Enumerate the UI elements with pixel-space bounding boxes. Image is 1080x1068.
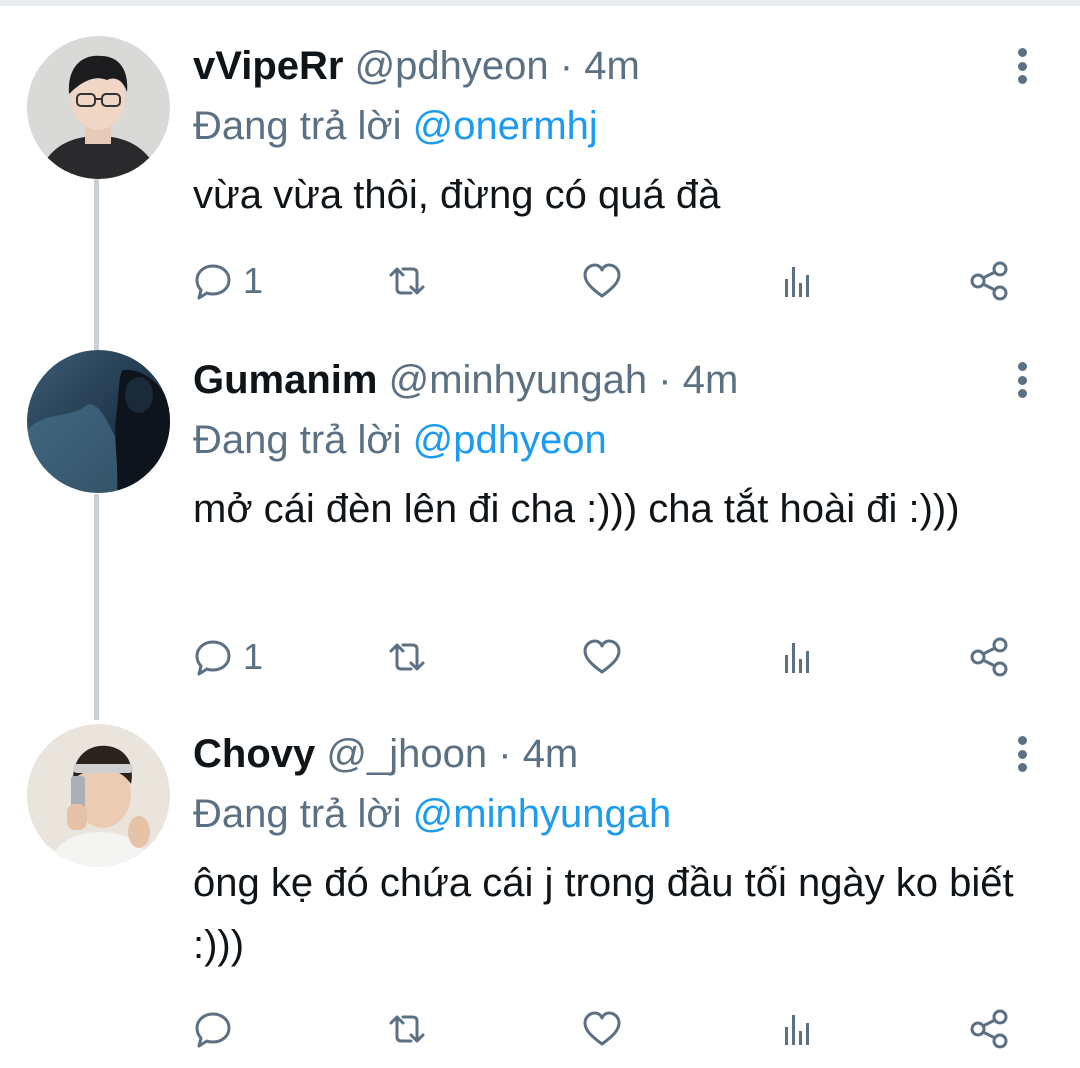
more-options-icon[interactable] xyxy=(1008,42,1036,90)
share-icon xyxy=(970,637,1008,677)
replying-to: Đang trả lời @minhyungah xyxy=(193,786,671,842)
mention-link[interactable]: @onermhj xyxy=(413,104,598,148)
analytics-icon xyxy=(785,643,809,673)
avatar[interactable] xyxy=(27,36,170,179)
reply-button[interactable]: 1 xyxy=(193,256,263,306)
share-icon xyxy=(970,261,1008,301)
tweet-text: mở cái đèn lên đi cha :))) cha tắt hoài … xyxy=(193,487,960,531)
dark-blue-scene-avatar-icon xyxy=(27,350,170,493)
like-button[interactable] xyxy=(581,1004,623,1054)
retweet-icon xyxy=(389,1015,425,1043)
timestamp[interactable]: 4m xyxy=(683,358,739,402)
retweet-icon xyxy=(389,643,425,671)
share-button[interactable] xyxy=(969,256,1011,306)
more-options-icon[interactable] xyxy=(1008,356,1036,404)
retweet-icon xyxy=(389,267,425,295)
timestamp[interactable]: 4m xyxy=(584,44,640,88)
tweet[interactable]: vVipeRr @pdhyeon · 4m Đang trả lời @oner… xyxy=(0,36,1080,316)
retweet-button[interactable] xyxy=(385,1004,429,1054)
user-handle[interactable]: @minhyungah xyxy=(389,358,648,402)
avatar[interactable] xyxy=(27,350,170,493)
reply-count: 1 xyxy=(243,636,264,677)
user-handle[interactable]: @_jhoon xyxy=(326,732,487,776)
tweet-text: ông kẹ đó chứa cái j trong đầu tối ngày … xyxy=(193,861,1014,967)
reply-count: 1 xyxy=(243,260,264,301)
tweet-header: Gumanim @minhyungah · 4m xyxy=(193,350,738,410)
tweet[interactable]: Chovy @_jhoon · 4m Đang trả lời @minhyun… xyxy=(0,724,1080,1054)
timestamp[interactable]: 4m xyxy=(523,732,579,776)
share-icon xyxy=(970,1009,1008,1049)
selfie-headband-avatar-icon xyxy=(27,724,170,867)
replying-to: Đang trả lời @onermhj xyxy=(193,98,598,154)
tweet-actions: 1 xyxy=(193,256,1023,306)
like-button[interactable] xyxy=(581,256,623,306)
replying-label: Đang trả lời xyxy=(193,792,402,836)
display-name[interactable]: Gumanim xyxy=(193,358,377,402)
separator-dot: · xyxy=(658,358,672,402)
person-glasses-avatar-icon xyxy=(27,36,170,179)
like-icon xyxy=(583,639,621,674)
analytics-button[interactable] xyxy=(777,1004,817,1054)
display-name[interactable]: Chovy xyxy=(193,732,315,776)
analytics-icon xyxy=(785,1015,809,1045)
reply-button[interactable]: 1 xyxy=(193,632,263,682)
tweet-header: Chovy @_jhoon · 4m xyxy=(193,724,578,784)
analytics-icon xyxy=(785,267,809,297)
separator-dot: · xyxy=(498,732,512,776)
replying-label: Đang trả lời xyxy=(193,104,402,148)
reply-icon xyxy=(195,1012,231,1048)
replying-to: Đang trả lời @pdhyeon xyxy=(193,412,607,468)
tweet[interactable]: Gumanim @minhyungah · 4m Đang trả lời @p… xyxy=(0,350,1080,690)
mention-link[interactable]: @minhyungah xyxy=(413,792,672,836)
analytics-button[interactable] xyxy=(777,256,817,306)
replying-label: Đang trả lời xyxy=(193,418,402,462)
tweet-actions: 1 xyxy=(193,632,1023,682)
share-button[interactable] xyxy=(969,1004,1011,1054)
analytics-button[interactable] xyxy=(777,632,817,682)
reply-icon xyxy=(195,264,231,300)
like-button[interactable] xyxy=(581,632,623,682)
more-options-icon[interactable] xyxy=(1008,730,1036,778)
mention-link[interactable]: @pdhyeon xyxy=(413,418,607,462)
retweet-button[interactable] xyxy=(385,256,429,306)
user-handle[interactable]: @pdhyeon xyxy=(355,44,549,88)
share-button[interactable] xyxy=(969,632,1011,682)
avatar[interactable] xyxy=(27,724,170,867)
top-divider xyxy=(0,0,1080,6)
tweet-text: vừa vừa thôi, đừng có quá đà xyxy=(193,173,721,217)
display-name[interactable]: vVipeRr xyxy=(193,44,343,88)
reply-button[interactable] xyxy=(193,1004,233,1054)
retweet-button[interactable] xyxy=(385,632,429,682)
separator-dot: · xyxy=(559,44,574,88)
tweet-actions xyxy=(193,1004,1023,1054)
reply-icon xyxy=(195,640,231,676)
like-icon xyxy=(583,1011,621,1046)
tweet-header: vVipeRr @pdhyeon · 4m xyxy=(193,36,640,96)
like-icon xyxy=(583,263,621,298)
